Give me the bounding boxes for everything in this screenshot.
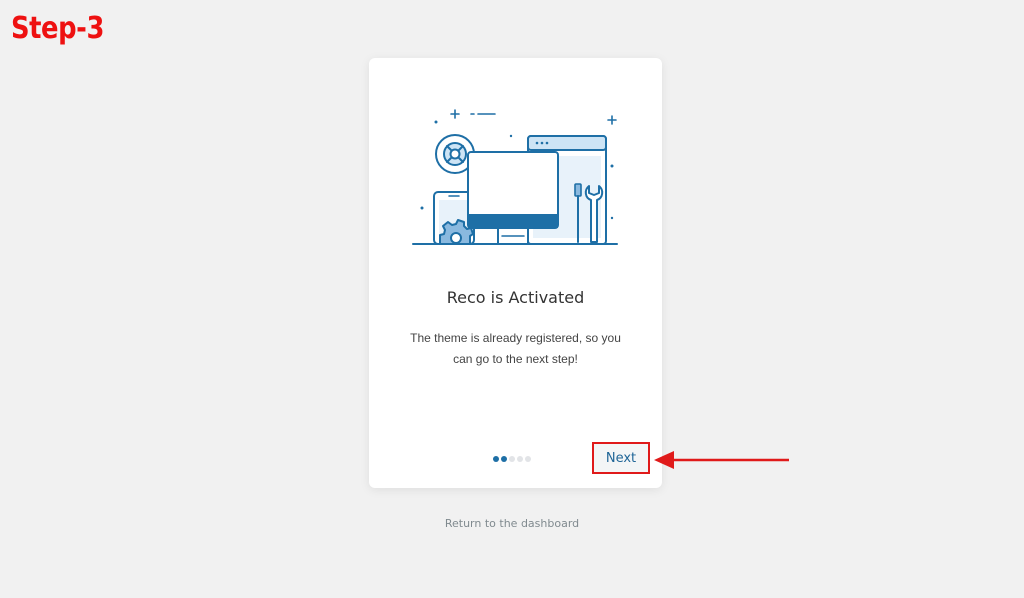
devices-tools-illustration-icon	[412, 109, 618, 245]
next-button[interactable]: Next	[594, 444, 648, 472]
pagination-dot-5	[525, 456, 531, 462]
activation-message: The theme is already registered, so you …	[410, 331, 621, 366]
pagination-dot-4	[517, 456, 523, 462]
return-to-dashboard-link[interactable]: Return to the dashboard	[0, 517, 1024, 530]
pagination-dot-1	[493, 456, 499, 462]
setup-wizard-card: Reco is Activated The theme is already r…	[369, 58, 662, 488]
step-pagination	[493, 456, 531, 464]
pagination-dot-3	[509, 456, 515, 462]
activation-title: Reco is Activated	[446, 288, 585, 307]
step-annotation-label: Step-3	[11, 11, 104, 46]
pointer-arrow-icon	[654, 451, 789, 469]
pagination-dot-2	[501, 456, 507, 462]
